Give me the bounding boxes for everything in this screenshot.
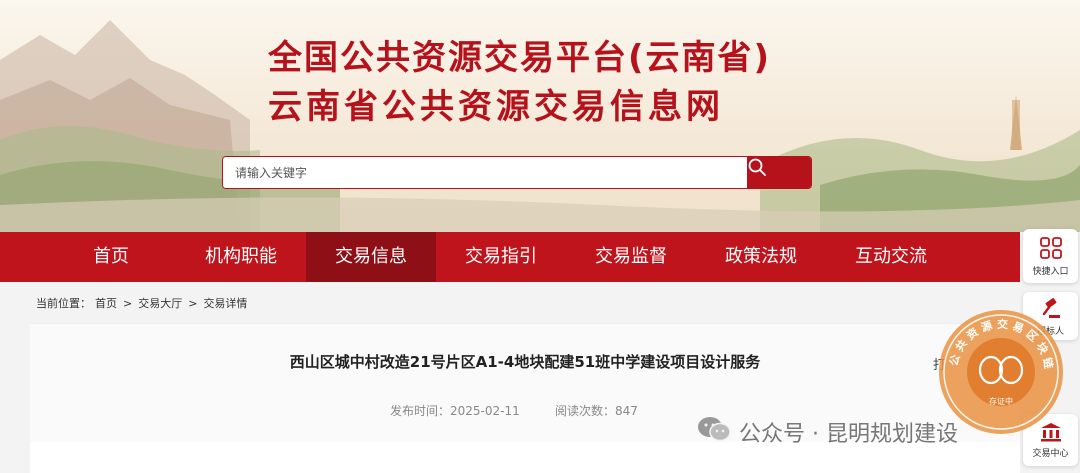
trading-center-label: 交易中心: [1032, 449, 1069, 459]
publish-info: 发布时间：2025-02-11: [390, 402, 520, 419]
watermark-text: 公众号 · 昆明规划建设: [739, 422, 958, 447]
breadcrumb-separator: >: [188, 297, 198, 310]
site-title-line2: 云南省公共资源交易信息网: [268, 87, 724, 127]
quick-entry-button[interactable]: 快捷入口: [1023, 229, 1078, 283]
nav-organization[interactable]: 机构职能: [176, 232, 306, 282]
svg-text:存证中: 存证中: [989, 396, 1013, 406]
publish-date: 2025-02-11: [450, 404, 520, 418]
nav-interaction[interactable]: 互动交流: [826, 232, 956, 282]
breadcrumb-home[interactable]: 首页: [95, 297, 117, 310]
grid-icon: [1023, 229, 1078, 264]
article-title: 西山区城中村改造21号片区A1-4地块配建51班中学建设项目设计服务: [289, 353, 761, 371]
article-card: 西山区城中村改造21号片区A1-4地块配建51班中学建设项目设计服务 打 发布时…: [30, 323, 1020, 473]
quick-entry-label: 快捷入口: [1032, 267, 1069, 277]
breadcrumb-trading-hall[interactable]: 交易大厅: [138, 297, 182, 310]
views-count: 847: [615, 404, 638, 418]
breadcrumb: 当前位置： 首页 > 交易大厅 > 交易详情: [36, 295, 251, 311]
main-nav: 首页 机构职能 交易信息 交易指引 交易监督 政策法规 互动交流: [0, 232, 1020, 282]
view-count-info: 阅读次数：847: [555, 402, 638, 419]
search-button[interactable]: [747, 157, 811, 188]
site-title-line1: 全国公共资源交易平台(云南省): [268, 38, 772, 78]
wechat-icon: [697, 415, 731, 449]
watermark: 公众号 · 昆明规划建设: [697, 415, 958, 449]
breadcrumb-separator: >: [123, 297, 133, 310]
breadcrumb-prefix: 当前位置：: [36, 297, 91, 310]
publish-label: 发布时间：: [390, 404, 451, 418]
nav-trading-supervision[interactable]: 交易监督: [566, 232, 696, 282]
views-label: 阅读次数：: [555, 404, 616, 418]
header-banner: 全国公共资源交易平台(云南省) 云南省公共资源交易信息网: [0, 0, 1080, 232]
nav-trading-guide[interactable]: 交易指引: [436, 232, 566, 282]
search-bar: [222, 156, 812, 189]
nav-trading-info[interactable]: 交易信息: [306, 232, 436, 282]
search-input[interactable]: [223, 157, 743, 188]
breadcrumb-trading-detail: 交易详情: [203, 297, 248, 310]
nav-policies[interactable]: 政策法规: [696, 232, 826, 282]
nav-home[interactable]: 首页: [46, 232, 176, 282]
